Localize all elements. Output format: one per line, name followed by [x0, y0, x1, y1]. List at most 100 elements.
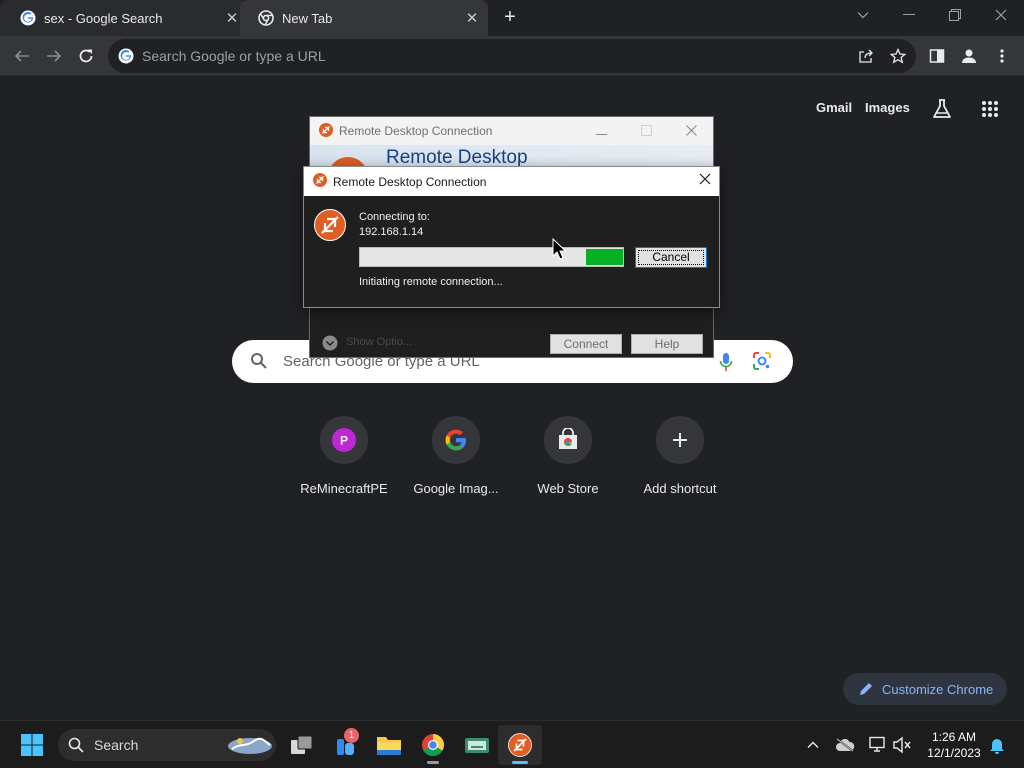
- remote-desktop-taskbar-icon[interactable]: [498, 725, 542, 765]
- help-button[interactable]: Help: [631, 334, 703, 354]
- rdc-banner: Remote Desktop: [310, 145, 713, 167]
- pencil-icon: [860, 683, 872, 695]
- rdc-dialog-title: Remote Desktop Connection: [333, 174, 487, 189]
- shortcut-tile: [544, 416, 592, 464]
- tab-google-search[interactable]: sex - Google Search ✕: [0, 0, 248, 36]
- reminecraftpe-favicon-icon: P: [332, 428, 356, 452]
- remote-desktop-icon: [313, 173, 327, 190]
- shortcut-tile: [656, 416, 704, 464]
- close-icon[interactable]: [686, 125, 697, 139]
- microphone-icon[interactable]: [718, 351, 734, 378]
- shortcut-label: Add shortcut: [643, 481, 717, 496]
- gmail-link[interactable]: Gmail: [816, 100, 852, 115]
- rdc-connecting-dialog: Remote Desktop Connection Connecting to:…: [303, 166, 720, 308]
- volume-muted-icon[interactable]: [890, 733, 914, 757]
- apps-grid-icon[interactable]: [976, 95, 1004, 123]
- kebab-menu-icon[interactable]: [990, 44, 1014, 68]
- share-icon[interactable]: [854, 44, 878, 68]
- profile-icon[interactable]: [957, 44, 981, 68]
- close-tab-icon[interactable]: ✕: [224, 10, 240, 27]
- shortcut-web-store[interactable]: Web Store: [512, 416, 624, 496]
- close-window-icon[interactable]: [981, 0, 1021, 30]
- shortcut-label: Web Store: [537, 481, 599, 496]
- taskbar-search-label: Search: [94, 737, 139, 753]
- progress-marquee: [586, 249, 623, 265]
- search-highlight-icon: [228, 737, 272, 754]
- reload-icon[interactable]: [74, 44, 98, 68]
- shortcut-reminecraftpe[interactable]: P ReMinecraftPE: [288, 416, 400, 496]
- tab-search-chevron-icon[interactable]: [843, 0, 883, 30]
- app-active-indicator: [512, 761, 528, 764]
- remote-address: 192.168.1.14: [359, 226, 424, 238]
- shortcut-tile: [432, 416, 480, 464]
- shortcut-label: Google Imag...: [413, 481, 499, 496]
- google-g-icon: [445, 429, 466, 451]
- app-running-indicator: [427, 761, 439, 764]
- system-clock[interactable]: 1:26 AM 12/1/2023: [918, 729, 990, 761]
- rdc-main-titlebar[interactable]: Remote Desktop Connection: [310, 117, 713, 145]
- address-bar[interactable]: Search Google or type a URL: [108, 39, 916, 73]
- close-tab-icon[interactable]: ✕: [464, 10, 480, 27]
- onedrive-offline-icon[interactable]: [833, 733, 857, 757]
- windows-start-icon[interactable]: [16, 729, 48, 761]
- shortcut-tile: P: [320, 416, 368, 464]
- bookmark-star-icon[interactable]: [886, 44, 910, 68]
- rdc-main-title: Remote Desktop Connection: [339, 124, 493, 138]
- connect-button[interactable]: Connect: [550, 334, 622, 354]
- widgets-icon[interactable]: 1: [330, 728, 362, 761]
- address-bar-placeholder: Search Google or type a URL: [142, 48, 326, 64]
- show-options-label[interactable]: Show Optio...: [346, 336, 412, 348]
- restore-icon[interactable]: [935, 0, 975, 30]
- labs-flask-icon[interactable]: [928, 95, 956, 123]
- close-icon[interactable]: [699, 173, 711, 188]
- maximize-icon[interactable]: [641, 125, 652, 139]
- google-g-icon: [118, 48, 134, 69]
- rdc-banner-title: Remote Desktop: [386, 147, 528, 167]
- show-options-chevron-icon[interactable]: [322, 335, 338, 356]
- mouse-cursor-icon: [552, 238, 566, 260]
- tab-title: New Tab: [282, 10, 333, 26]
- images-link[interactable]: Images: [865, 100, 910, 115]
- side-panel-icon[interactable]: [925, 44, 949, 68]
- connection-status-text: Initiating remote connection...: [359, 276, 503, 288]
- task-view-icon[interactable]: [286, 729, 318, 761]
- plus-icon: [673, 433, 687, 447]
- file-explorer-icon[interactable]: [373, 729, 405, 761]
- clock-time: 1:26 AM: [931, 730, 977, 744]
- new-tab-button[interactable]: +: [498, 6, 522, 30]
- remote-desktop-large-icon: [314, 209, 346, 246]
- tab-new-tab[interactable]: New Tab ✕: [240, 0, 488, 36]
- search-icon: [68, 737, 84, 753]
- google-lens-icon[interactable]: [752, 351, 772, 376]
- taskbar: Search 1 1:26 AM 12/1/2023: [0, 720, 1024, 768]
- shortcut-google-images[interactable]: Google Imag...: [400, 416, 512, 496]
- rdc-main-footer: Show Optio... Connect Help: [310, 321, 713, 357]
- google-g-icon: [20, 10, 36, 26]
- web-store-icon: [559, 428, 577, 449]
- minimize-icon[interactable]: [889, 0, 929, 30]
- notification-badge: 1: [344, 728, 359, 743]
- remote-desktop-icon: [319, 122, 333, 140]
- cancel-button[interactable]: Cancel: [635, 247, 707, 268]
- customize-chrome-button[interactable]: Customize Chrome: [843, 673, 1007, 705]
- tab-strip: sex - Google Search ✕ New Tab ✕ +: [0, 0, 1024, 36]
- taskbar-search-box[interactable]: Search: [58, 729, 276, 761]
- connecting-to-label: Connecting to:: [359, 211, 430, 223]
- svg-text:P: P: [340, 434, 348, 448]
- browser-toolbar: Search Google or type a URL: [0, 36, 1024, 76]
- network-icon[interactable]: [865, 733, 889, 757]
- shortcut-label: ReMinecraftPE: [300, 481, 388, 496]
- chrome-taskbar-icon[interactable]: [417, 729, 449, 761]
- shortcut-add[interactable]: Add shortcut: [624, 416, 736, 496]
- search-icon: [250, 352, 268, 375]
- connection-progress-bar: [359, 247, 624, 267]
- customize-chrome-label: Customize Chrome: [882, 681, 994, 697]
- back-arrow-icon[interactable]: [10, 44, 34, 68]
- notification-bell-icon[interactable]: [985, 733, 1009, 757]
- minimize-icon[interactable]: [596, 125, 607, 139]
- touch-keyboard-icon[interactable]: [461, 729, 493, 761]
- show-hidden-icons-chevron-icon[interactable]: [801, 733, 825, 757]
- forward-arrow-icon[interactable]: [42, 44, 66, 68]
- rdc-dialog-titlebar[interactable]: Remote Desktop Connection: [304, 167, 719, 196]
- tab-title: sex - Google Search: [44, 10, 163, 26]
